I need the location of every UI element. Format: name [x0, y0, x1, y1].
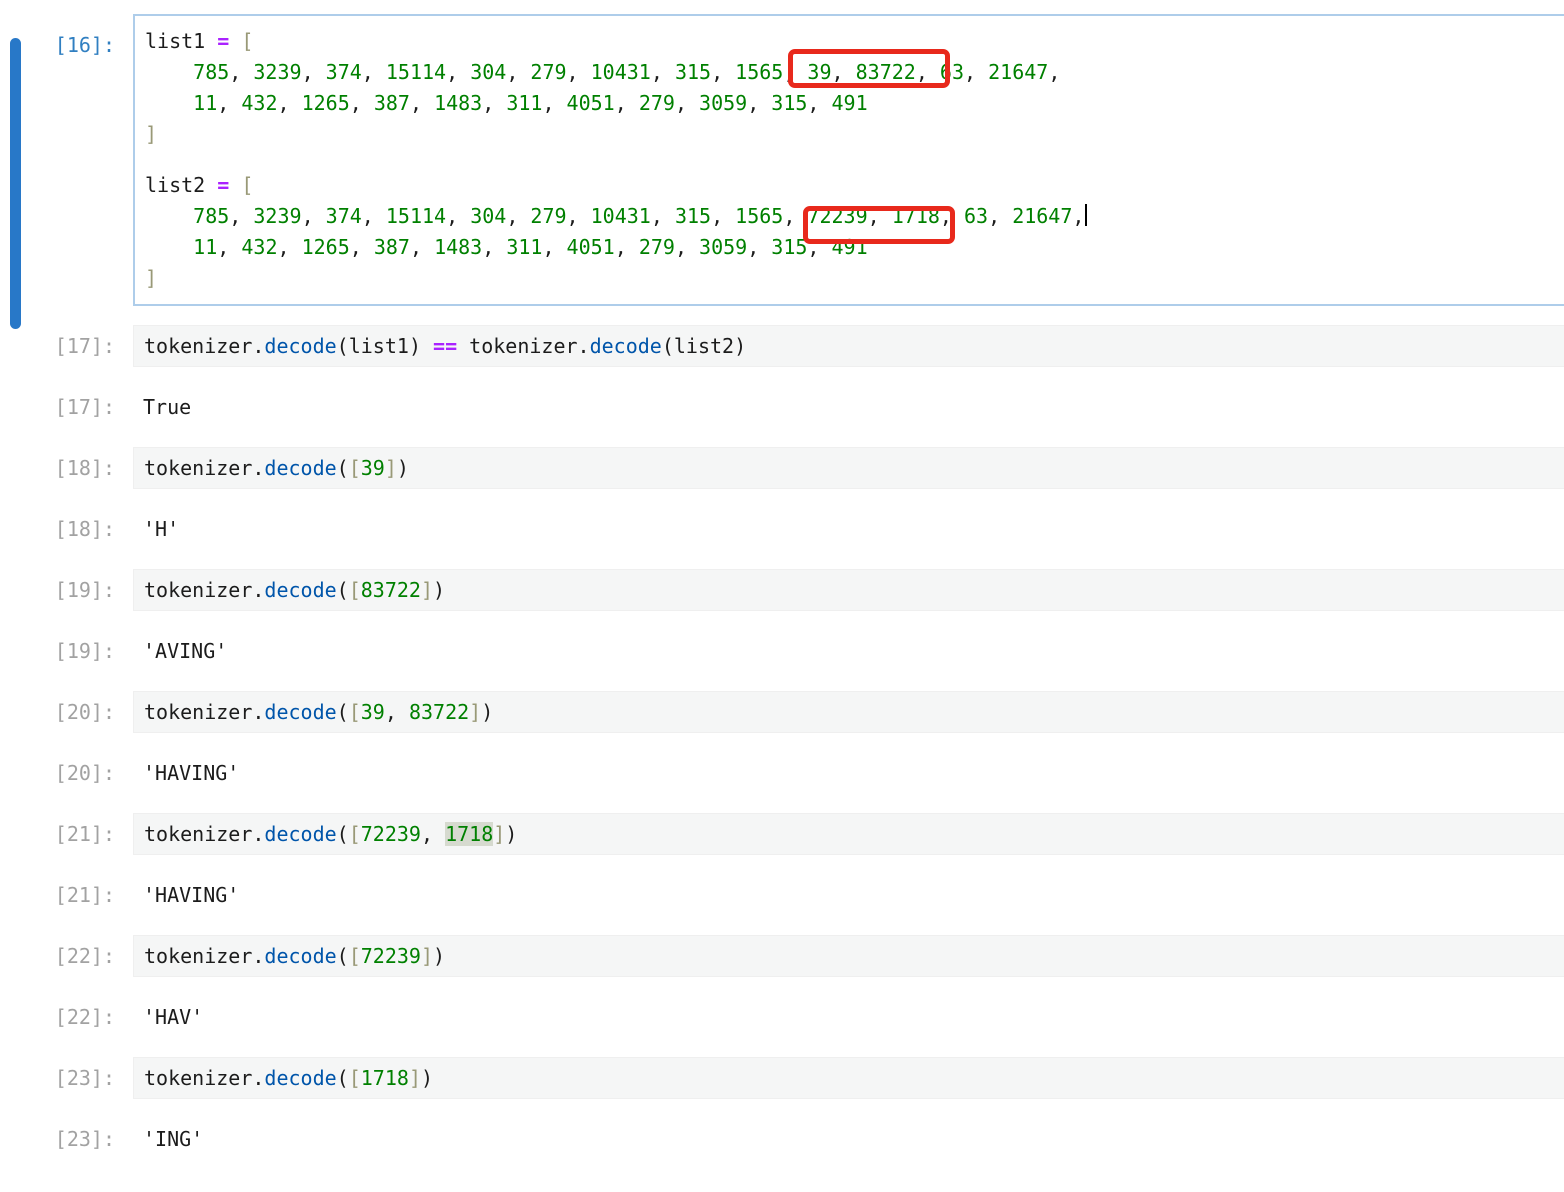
code-line: tokenizer.decode([72239, 1718])	[144, 821, 1556, 847]
cell-input-20: [20]: tokenizer.decode([39, 83722])	[0, 691, 1564, 733]
output-text: 'HAVING'	[133, 752, 1564, 794]
input-execution-prompt: [20]:	[0, 691, 115, 733]
cell-content: tokenizer.decode(list1) == tokenizer.dec…	[133, 325, 1564, 367]
cell-output-20: [20]: 'HAVING'	[0, 752, 1564, 794]
cell-content: list1 = [ 785, 3239, 374, 15114, 304, 27…	[133, 14, 1564, 306]
cell-input-16: [16]:list1 = [ 785, 3239, 374, 15114, 30…	[0, 14, 1564, 306]
cell-output-19: [19]: 'AVING'	[0, 630, 1564, 672]
code-line: tokenizer.decode([39])	[144, 455, 1556, 481]
code-line: tokenizer.decode([39, 83722])	[144, 699, 1556, 725]
code-line: list2 = [	[145, 170, 1555, 201]
code-editor[interactable]: tokenizer.decode(list1) == tokenizer.dec…	[133, 325, 1564, 367]
code-line: 785, 3239, 374, 15114, 304, 279, 10431, …	[145, 57, 1555, 88]
code-editor[interactable]: tokenizer.decode([39, 83722])	[133, 691, 1564, 733]
cell-content: tokenizer.decode([39, 83722])	[133, 691, 1564, 733]
cell-input-19: [19]: tokenizer.decode([83722])	[0, 569, 1564, 611]
active-cell-collapser[interactable]	[10, 38, 21, 329]
output-text: 'HAV'	[133, 996, 1564, 1038]
cell-content: 'H'	[133, 508, 1564, 550]
code-line: 11, 432, 1265, 387, 1483, 311, 4051, 279…	[145, 232, 1555, 263]
cell-content: 'HAVING'	[133, 874, 1564, 916]
code-editor[interactable]: tokenizer.decode([1718])	[133, 1057, 1564, 1099]
output-execution-prompt: [18]:	[0, 508, 115, 550]
cell-input-23: [23]: tokenizer.decode([1718])	[0, 1057, 1564, 1099]
input-execution-prompt: [23]:	[0, 1057, 115, 1099]
output-execution-prompt: [22]:	[0, 996, 115, 1038]
cell-content: 'AVING'	[133, 630, 1564, 672]
cell-input-17: [17]: tokenizer.decode(list1) == tokenize…	[0, 325, 1564, 367]
output-text: 'H'	[133, 508, 1564, 550]
notebook: [16]:list1 = [ 785, 3239, 374, 15114, 30…	[0, 14, 1564, 1192]
output-text: 'HAVING'	[133, 874, 1564, 916]
cell-content: True	[133, 386, 1564, 428]
code-line	[145, 150, 1555, 170]
code-editor[interactable]: tokenizer.decode([39])	[133, 447, 1564, 489]
output-execution-prompt: [17]:	[0, 386, 115, 428]
cell-content: tokenizer.decode([72239])	[133, 935, 1564, 977]
text-cursor	[1085, 204, 1087, 226]
code-line: list1 = [	[145, 26, 1555, 57]
cell-input-18: [18]: tokenizer.decode([39])	[0, 447, 1564, 489]
cell-output-23: [23]: 'ING'	[0, 1118, 1564, 1160]
input-execution-prompt: [19]:	[0, 569, 115, 611]
output-execution-prompt: [23]:	[0, 1118, 115, 1160]
input-execution-prompt: [21]:	[0, 813, 115, 855]
cell-input-21: [21]: tokenizer.decode([72239, 1718])	[0, 813, 1564, 855]
code-editor[interactable]: tokenizer.decode([72239, 1718])	[133, 813, 1564, 855]
cell-content: tokenizer.decode([83722])	[133, 569, 1564, 611]
cell-output-21: [21]: 'HAVING'	[0, 874, 1564, 916]
input-execution-prompt: [17]:	[0, 325, 115, 367]
cell-content: 'HAVING'	[133, 752, 1564, 794]
cell-output-17: [17]: True	[0, 386, 1564, 428]
code-editor[interactable]: tokenizer.decode([83722])	[133, 569, 1564, 611]
code-editor[interactable]: list1 = [ 785, 3239, 374, 15114, 304, 27…	[133, 14, 1564, 306]
cell-output-18: [18]: 'H'	[0, 508, 1564, 550]
code-line: tokenizer.decode([83722])	[144, 577, 1556, 603]
cell-output-22: [22]: 'HAV'	[0, 996, 1564, 1038]
cell-content: tokenizer.decode([72239, 1718])	[133, 813, 1564, 855]
code-line: tokenizer.decode(list1) == tokenizer.dec…	[144, 333, 1556, 359]
code-editor[interactable]: tokenizer.decode([72239])	[133, 935, 1564, 977]
input-execution-prompt: [22]:	[0, 935, 115, 977]
code-line: 785, 3239, 374, 15114, 304, 279, 10431, …	[145, 201, 1555, 232]
output-text: 'AVING'	[133, 630, 1564, 672]
input-execution-prompt: [18]:	[0, 447, 115, 489]
output-execution-prompt: [20]:	[0, 752, 115, 794]
cell-content: tokenizer.decode([1718])	[133, 1057, 1564, 1099]
code-line: 11, 432, 1265, 387, 1483, 311, 4051, 279…	[145, 88, 1555, 119]
cell-content: 'ING'	[133, 1118, 1564, 1160]
cell-input-22: [22]: tokenizer.decode([72239])	[0, 935, 1564, 977]
output-text: True	[133, 386, 1564, 428]
output-execution-prompt: [19]:	[0, 630, 115, 672]
code-line: ]	[145, 263, 1555, 294]
code-line: ]	[145, 119, 1555, 150]
output-text: 'ING'	[133, 1118, 1564, 1160]
code-line: tokenizer.decode([72239])	[144, 943, 1556, 969]
output-execution-prompt: [21]:	[0, 874, 115, 916]
cell-content: tokenizer.decode([39])	[133, 447, 1564, 489]
code-line: tokenizer.decode([1718])	[144, 1065, 1556, 1091]
cell-content: 'HAV'	[133, 996, 1564, 1038]
cell-list: [16]:list1 = [ 785, 3239, 374, 15114, 30…	[0, 14, 1564, 1160]
